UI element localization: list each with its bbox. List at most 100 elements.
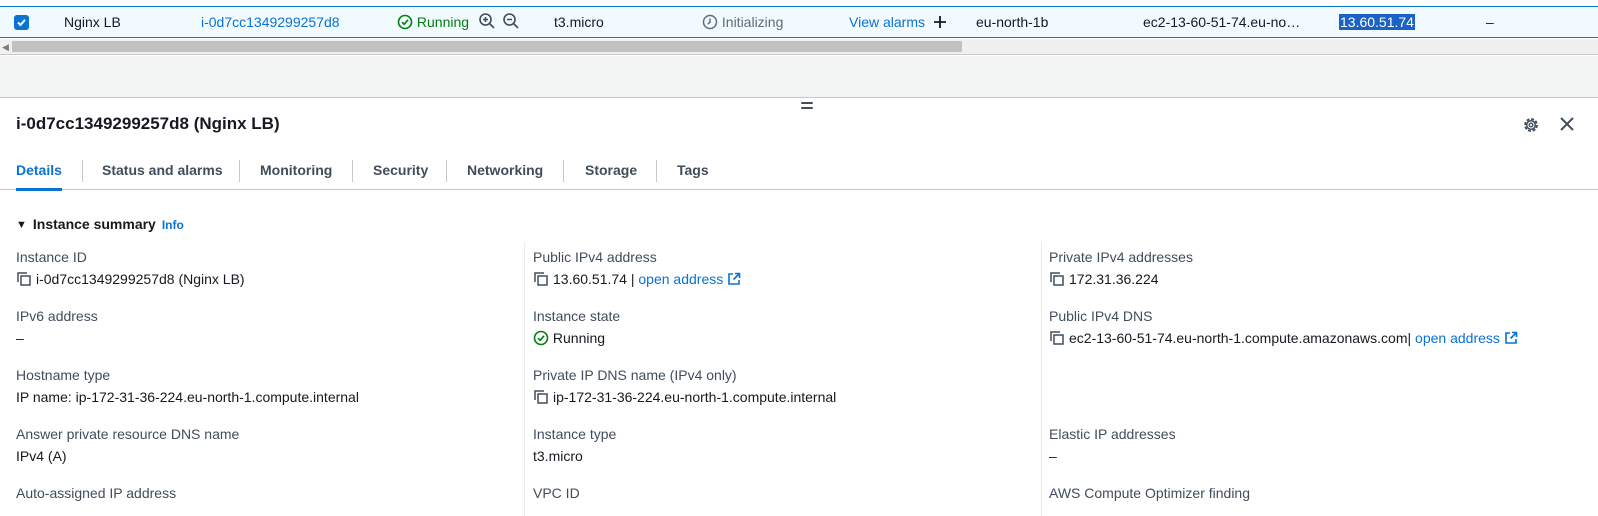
row-public-ip-selected: 13.60.51.74 [1339,14,1415,30]
tab-security[interactable]: Security [373,156,428,190]
field-label: Instance ID [16,249,87,265]
row-checkbox[interactable] [14,15,29,30]
detail-tabs: Details Status and alarms Monitoring Sec… [0,156,1598,191]
field-value: ec2-13-60-51-74.eu-north-1.compute.amazo… [1049,329,1518,347]
field-label: Instance state [533,308,621,324]
field-value: IP name: ip-172-31-36-224.eu-north-1.com… [16,389,359,405]
external-link-icon[interactable] [1504,331,1518,345]
field-value: ip-172-31-36-224.eu-north-1.compute.inte… [533,388,836,406]
panel-title: i-0d7cc1349299257d8 (Nginx LB) [16,114,280,133]
view-alarms-link[interactable]: View alarms [849,7,948,39]
field-hostname-type: Hostname type IP name: ip-172-31-36-224.… [16,366,359,406]
public-ipv4-value: 13.60.51.74 [553,271,627,287]
field-label: Auto-assigned IP address [16,485,177,501]
tab-status-and-alarms[interactable]: Status and alarms [102,156,223,190]
copy-icon[interactable] [1049,330,1065,346]
row-state-label: Running [416,14,470,30]
copy-icon[interactable] [16,271,32,287]
private-ipv4-value: 172.31.36.224 [1069,271,1159,287]
private-dns-value: ip-172-31-36-224.eu-north-1.compute.inte… [553,389,837,405]
field-label: Public IPv4 address [533,249,657,265]
value-separator: | [630,271,635,287]
tab-divider [656,160,657,182]
field-label: Hostname type [16,367,111,383]
caret-down-icon: ▼ [16,219,27,231]
field-value: 13.60.51.74 | open address [533,270,741,288]
open-address-link[interactable]: open address [1415,330,1500,346]
external-link-icon[interactable] [727,272,741,286]
tab-storage[interactable]: Storage [585,156,637,190]
field-value: Running [533,329,620,347]
zoom-out-icon [503,13,519,29]
field-instance-id: Instance ID i-0d7cc1349299257d8 (Nginx L… [16,248,245,288]
field-instance-type: Instance type t3.micro [533,425,616,465]
status-success-icon [397,14,413,30]
field-answer-dns: Answer private resource DNS name IPv4 (A… [16,425,239,465]
field-label: IPv6 address [16,308,98,324]
field-label: VPC ID [533,485,580,501]
value-separator: | [1407,330,1412,346]
tab-networking[interactable]: Networking [467,156,543,190]
row-status-check: Initializing [702,7,783,39]
column-divider [1041,242,1042,516]
instance-summary-header[interactable]: ▼ Instance summary Info [16,216,184,232]
field-value: 172.31.36.224 [1049,270,1193,288]
open-address-link[interactable]: open address [638,271,723,287]
clock-icon [702,14,718,30]
zoom-in-button[interactable] [478,7,496,39]
close-panel-button[interactable] [1557,114,1577,134]
field-label: Answer private resource DNS name [16,426,240,442]
instance-state-value: Running [552,330,606,346]
settings-button[interactable] [1521,115,1541,135]
field-label: Public IPv4 DNS [1049,308,1153,324]
zoom-out-button[interactable] [502,7,520,39]
field-vpc-id: VPC ID [533,484,580,502]
checkbox-checked-icon [17,19,26,27]
panel-resize-handle[interactable] [801,102,813,110]
copy-icon[interactable] [1049,271,1065,287]
row-instance-id-link[interactable]: i-0d7cc1349299257d8 [201,7,340,39]
instance-table-row[interactable]: Nginx LB i-0d7cc1349299257d8 Running t3.… [0,6,1598,38]
scrollbar-thumb[interactable] [12,41,962,52]
tab-divider [563,160,564,182]
table-footer-area [0,56,1598,98]
tab-tags[interactable]: Tags [677,156,709,190]
horizontal-scrollbar[interactable]: ◀ [0,39,1598,55]
tab-divider [82,160,83,182]
instance-id-value: i-0d7cc1349299257d8 (Nginx LB) [36,271,245,287]
row-status-check-label: Initializing [721,14,784,30]
field-elastic-ip: Elastic IP addresses – [1049,425,1176,465]
column-divider [524,242,525,516]
row-public-dns: ec2-13-60-51-74.eu-no… [1143,14,1301,30]
row-public-ip: 13.60.51.74 [1339,7,1415,39]
close-icon [1560,117,1574,131]
tab-details[interactable]: Details [16,156,62,191]
settings-icon [1524,118,1538,132]
field-ipv6: IPv6 address – [16,307,98,347]
field-private-dns: Private IP DNS name (IPv4 only) ip-172-3… [533,366,836,406]
section-title: Instance summary [32,216,156,232]
tab-divider [446,160,447,182]
public-dns-value: ec2-13-60-51-74.eu-north-1.compute.amazo… [1069,330,1408,346]
field-auto-assigned-ip: Auto-assigned IP address [16,484,176,502]
add-icon[interactable] [932,14,948,30]
status-success-icon [533,330,549,346]
tab-divider [352,160,353,182]
details-split-panel: i-0d7cc1349299257d8 (Nginx LB) Details S… [0,98,1598,516]
row-state: Running [397,7,469,39]
field-label: Private IP DNS name (IPv4 only) [533,367,737,383]
field-value: – [16,330,24,346]
tab-monitoring[interactable]: Monitoring [260,156,332,190]
row-availability-zone: eu-north-1b [976,14,1049,30]
tab-divider [239,160,240,182]
field-value: i-0d7cc1349299257d8 (Nginx LB) [16,270,245,288]
copy-icon[interactable] [533,389,549,405]
field-public-ipv4: Public IPv4 address 13.60.51.74 | open a… [533,248,741,288]
row-instance-type: t3.micro [554,14,604,30]
field-label: AWS Compute Optimizer finding [1049,485,1250,501]
info-link[interactable]: Info [162,218,184,232]
view-alarms-label: View alarms [849,14,925,30]
copy-icon[interactable] [533,271,549,287]
field-instance-state: Instance state Running [533,307,620,347]
scroll-left-icon[interactable]: ◀ [2,41,12,53]
